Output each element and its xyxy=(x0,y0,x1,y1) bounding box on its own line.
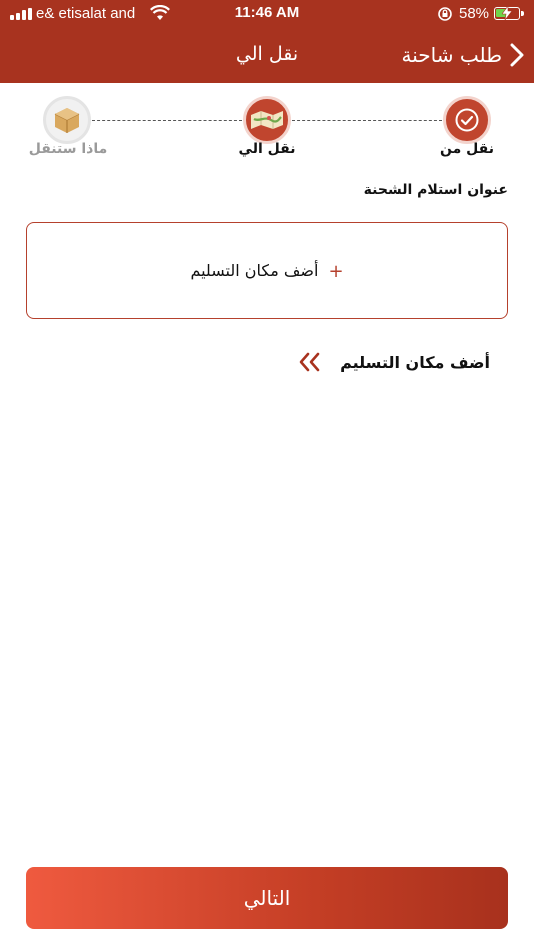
stepper-connector xyxy=(292,120,442,121)
box-icon xyxy=(54,108,80,133)
battery-icon xyxy=(494,6,524,20)
step-move-to[interactable] xyxy=(243,96,291,144)
step-label-move-to: نقل الي xyxy=(238,141,296,157)
stepper-connector xyxy=(92,120,242,121)
add-box-label: أضف مكان التسليم xyxy=(190,261,319,280)
double-chevron-left-icon xyxy=(299,352,320,372)
check-circle-icon xyxy=(455,108,479,132)
chevron-right-icon xyxy=(510,43,524,67)
next-button[interactable]: التالي xyxy=(26,867,508,929)
step-move-from[interactable] xyxy=(443,96,491,144)
back-button-label: طلب شاحنة xyxy=(401,43,502,67)
progress-stepper: ماذا ستنقل نقل الي نقل من xyxy=(0,83,534,163)
add-link-label: أضف مكان التسليم xyxy=(340,352,490,372)
step-label-what-to-move: ماذا ستنقل xyxy=(28,141,108,157)
status-bar: e& etisalat and 11:46 AM 58% xyxy=(0,0,534,28)
step-label-move-from: نقل من xyxy=(440,141,494,157)
add-delivery-location-box[interactable]: أضف مكان التسليم + xyxy=(26,222,508,319)
battery-percent: 58% xyxy=(459,5,490,22)
back-button[interactable]: طلب شاحنة xyxy=(378,38,524,72)
section-title: عنوان استلام الشحنة xyxy=(363,182,508,198)
orientation-lock-icon xyxy=(438,7,452,21)
map-icon xyxy=(251,111,283,129)
page-title: نقل الي xyxy=(235,43,299,65)
step-what-to-move[interactable] xyxy=(43,96,91,144)
add-delivery-location-link[interactable]: أضف مكان التسليم xyxy=(286,346,490,378)
status-time: 11:46 AM xyxy=(234,4,300,21)
app-header: e& etisalat and 11:46 AM 58% طلب شاحنة ن… xyxy=(0,0,534,83)
plus-icon: + xyxy=(328,260,344,282)
